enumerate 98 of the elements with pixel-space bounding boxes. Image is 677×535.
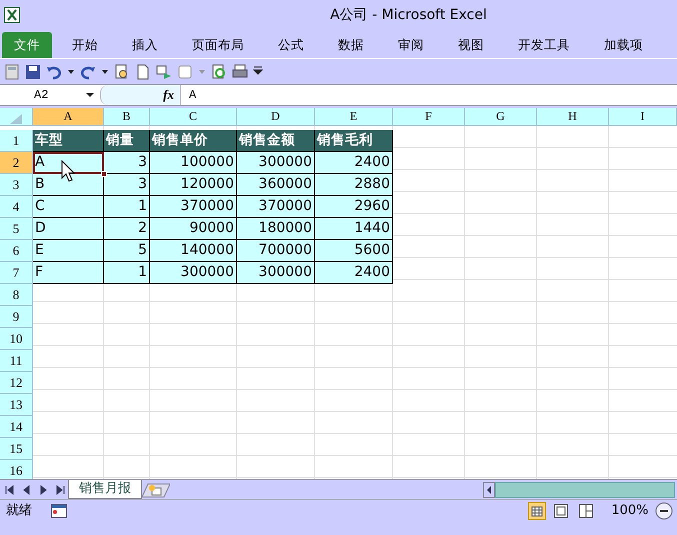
row-header[interactable]: 15	[0, 438, 33, 460]
name-box[interactable]: A2	[0, 86, 100, 104]
ribbon-tab[interactable]: 开发工具	[506, 32, 582, 58]
row-header[interactable]: 2	[0, 152, 33, 174]
cursor-icon	[61, 160, 75, 182]
ribbon-tab[interactable]: 审阅	[386, 32, 436, 58]
column-header[interactable]: C	[150, 108, 237, 126]
table-cell: 3	[104, 152, 150, 174]
row-header[interactable]: 3	[0, 174, 33, 196]
file-tab[interactable]: 文件	[2, 32, 52, 58]
column-header[interactable]: D	[237, 108, 315, 126]
row-header[interactable]: 16	[0, 460, 33, 479]
table-cell: 5	[104, 240, 150, 262]
ribbon-tab[interactable]: 页面布局	[180, 32, 256, 58]
window-title: A公司 - Microsoft Excel	[329, 6, 488, 24]
table-cell: 370000	[150, 196, 237, 218]
ribbon-tab[interactable]: 开始	[60, 32, 110, 58]
page-icon[interactable]	[135, 64, 151, 80]
table-cell: 360000	[237, 174, 315, 196]
ribbon-tab[interactable]: 加载项	[592, 32, 655, 58]
next-sheet-icon[interactable]	[38, 484, 49, 496]
row-header[interactable]: 8	[0, 284, 33, 306]
table-cell: C	[33, 196, 104, 218]
header-cell: 销售毛利	[315, 130, 393, 152]
row-header[interactable]: 11	[0, 350, 33, 372]
table-cell: 2400	[315, 262, 393, 284]
table-cell: 300000	[237, 262, 315, 284]
table-cell: D	[33, 218, 104, 240]
print-icon[interactable]	[232, 64, 248, 80]
table-cell: E	[33, 240, 104, 262]
macro-record-icon[interactable]	[50, 504, 66, 518]
row-header[interactable]: 6	[0, 240, 33, 262]
table-cell: B	[33, 174, 104, 196]
insert-function-button[interactable]: fx	[163, 85, 174, 105]
table-cell: F	[33, 262, 104, 284]
table-cell: 300000	[150, 262, 237, 284]
column-header[interactable]: I	[609, 108, 677, 126]
table-cell: 1440	[315, 218, 393, 240]
fill-handle[interactable]	[101, 171, 107, 177]
column-header[interactable]: B	[104, 108, 150, 126]
row-header[interactable]: 10	[0, 328, 33, 350]
normal-view-icon[interactable]	[528, 502, 546, 520]
table-cell: 300000	[237, 152, 315, 174]
sheet-tab[interactable]: 销售月报	[68, 480, 142, 499]
refresh-icon[interactable]	[211, 64, 227, 80]
header-cell: 销量	[104, 130, 150, 152]
table-cell: 5600	[315, 240, 393, 262]
table-cell: 370000	[237, 196, 315, 218]
save-icon[interactable]	[25, 64, 41, 80]
first-sheet-icon[interactable]	[4, 484, 15, 496]
zoom-level[interactable]: 100%	[611, 500, 648, 520]
previous-sheet-icon[interactable]	[21, 484, 32, 496]
status-text: 就绪	[6, 502, 32, 520]
table-cell: 90000	[150, 218, 237, 240]
row-header[interactable]: 12	[0, 372, 33, 394]
caret-icon[interactable]	[86, 91, 94, 99]
formula-input[interactable]: A	[180, 85, 677, 105]
table-cell: 2	[104, 218, 150, 240]
print-preview-icon[interactable]	[114, 64, 130, 80]
table-cell: 2880	[315, 174, 393, 196]
table-cell: 2400	[315, 152, 393, 174]
table-cell: 2960	[315, 196, 393, 218]
table-cell: 3	[104, 174, 150, 196]
new-sheet-icon[interactable]	[142, 482, 170, 498]
header-cell: 销售金额	[237, 130, 315, 152]
page-break-icon[interactable]	[576, 502, 595, 520]
scroll-left-icon[interactable]	[483, 482, 495, 498]
ribbon-tab[interactable]: 视图	[446, 32, 496, 58]
table-cell: 1	[104, 196, 150, 218]
row-header[interactable]: 9	[0, 306, 33, 328]
table-cell: 700000	[237, 240, 315, 262]
header-cell: 车型	[33, 130, 104, 152]
last-sheet-icon[interactable]	[55, 484, 66, 496]
ribbon-tab[interactable]: 公式	[266, 32, 316, 58]
table-cell: 1	[104, 262, 150, 284]
row-header[interactable]: 4	[0, 196, 33, 218]
row-header[interactable]: 13	[0, 394, 33, 416]
zoom-out-icon[interactable]	[655, 502, 673, 520]
page-layout-icon[interactable]	[552, 502, 570, 520]
ribbon-tab[interactable]: 插入	[120, 32, 170, 58]
table-cell: 180000	[237, 218, 315, 240]
column-header[interactable]: E	[315, 108, 393, 126]
column-header[interactable]: A	[33, 108, 104, 126]
table-cell: 100000	[150, 152, 237, 174]
table-cell: 140000	[150, 240, 237, 262]
column-header[interactable]: G	[465, 108, 537, 126]
row-header[interactable]: 5	[0, 218, 33, 240]
row-header[interactable]: 14	[0, 416, 33, 438]
excel-logo-icon	[4, 7, 20, 23]
ribbon-tab[interactable]: 数据	[326, 32, 376, 58]
table-cell: 120000	[150, 174, 237, 196]
row-header[interactable]: 1	[0, 130, 33, 152]
header-cell: 销售单价	[150, 130, 237, 152]
column-header[interactable]: F	[393, 108, 465, 126]
checkbox-icon[interactable]	[177, 64, 193, 80]
horizontal-scrollbar-thumb[interactable]	[495, 482, 675, 498]
column-header[interactable]: H	[537, 108, 609, 126]
row-header[interactable]: 7	[0, 262, 33, 284]
